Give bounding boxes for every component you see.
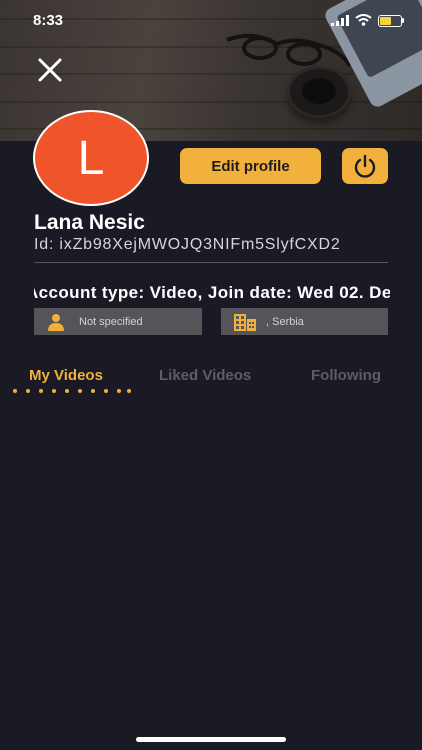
profile-name: Lana Nesic <box>34 211 145 234</box>
person-icon <box>48 313 64 331</box>
close-icon <box>38 58 62 82</box>
gender-value: Not specified <box>79 315 143 328</box>
power-icon <box>354 154 376 178</box>
home-indicator <box>136 737 286 742</box>
avatar: L <box>33 110 149 206</box>
battery-icon <box>378 15 402 27</box>
avatar-letter: L <box>77 131 105 185</box>
location-field: , Serbia <box>221 308 388 335</box>
tab-following[interactable]: Following <box>311 367 381 384</box>
building-icon <box>234 313 256 331</box>
tab-liked-videos[interactable]: Liked Videos <box>159 367 251 384</box>
active-tab-indicator <box>13 389 131 393</box>
divider <box>34 262 388 263</box>
account-info-text: Account type: Video, Join date: Wed 02. … <box>34 283 390 302</box>
gender-field: Not specified <box>34 308 202 335</box>
status-bar: 8:33 <box>0 0 422 40</box>
coffee-cup-image <box>287 66 351 118</box>
wifi-icon <box>355 14 372 26</box>
profile-id: Id: ixZb98XejMWOJQ3NIFm5SlyfCXD2 <box>34 236 341 253</box>
status-time: 8:33 <box>33 12 64 29</box>
edit-profile-label: Edit profile <box>211 157 290 175</box>
signal-icon <box>331 15 349 26</box>
power-button[interactable] <box>342 148 388 184</box>
close-button[interactable] <box>37 57 63 83</box>
location-value: , Serbia <box>266 315 304 328</box>
edit-profile-button[interactable]: Edit profile <box>180 148 321 184</box>
account-info: Account type: Video, Join date: Wed 02. … <box>34 283 390 305</box>
tab-my-videos[interactable]: My Videos <box>29 367 103 384</box>
battery-level <box>380 17 391 25</box>
